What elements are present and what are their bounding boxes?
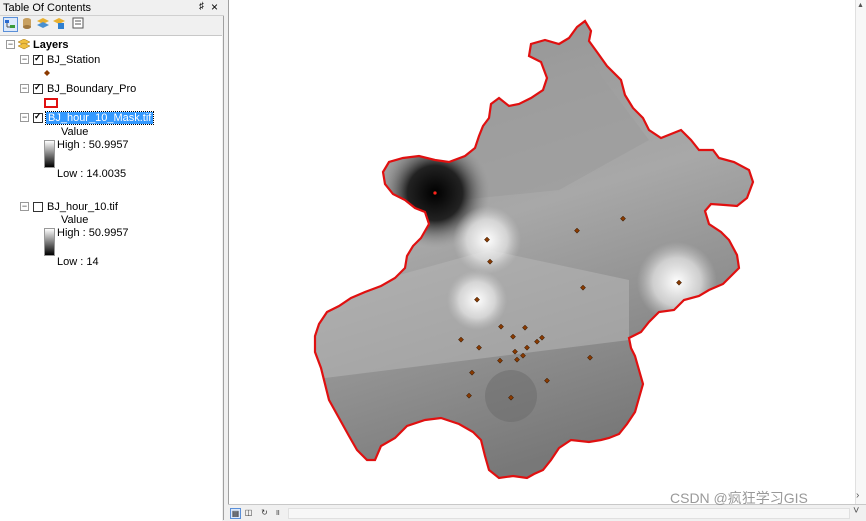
bj-boundary-visibility-checkbox[interactable] [33,82,43,94]
collapse-bj-boundary-icon[interactable]: − [20,84,29,93]
horizontal-scrollbar[interactable] [288,508,850,519]
list-by-drawing-order-icon[interactable] [3,17,18,32]
stretched-ramp-icon [44,140,55,168]
bj-station-visibility-checkbox[interactable] [33,53,43,65]
scroll-right-icon[interactable]: › [856,490,859,501]
list-by-source-icon[interactable] [21,17,36,32]
layers-label[interactable]: Layers [33,38,68,52]
collapse-layers-icon[interactable]: − [6,40,15,49]
low-value: Low : 14.0035 [57,168,127,180]
toc-title-bar: Table Of Contents ♯ × [0,0,224,16]
table-of-contents-panel: Table Of Contents ♯ × − Layers − BJ_Stat… [0,0,224,521]
collapse-bj-hour-10-icon[interactable]: − [20,202,29,211]
list-by-selection-icon[interactable] [53,17,68,32]
selected-layer-label[interactable]: BJ_hour_10_Mask.tif [44,111,155,125]
collapse-bj-hour-10-mask-icon[interactable]: − [20,113,29,122]
value-label: Value [61,214,89,226]
watermark: CSDN @疯狂学习GIS [670,490,808,506]
map-display[interactable] [228,0,866,504]
layer-bj-station[interactable]: BJ_Station [47,53,100,67]
list-by-visibility-icon[interactable] [37,17,52,32]
low-value: Low : 14 [57,256,99,268]
layers-icon [18,39,30,50]
data-view-icon[interactable]: ◫ [244,508,253,517]
toc-title: Table Of Contents [3,2,92,14]
pause-icon[interactable]: ॥ [273,508,282,517]
raster-map[interactable] [229,0,856,504]
layer-bj-hour-10[interactable]: BJ_hour_10.tif [47,200,118,214]
layout-view-icon[interactable]: ▦ [230,508,241,519]
scroll-down-icon[interactable]: ˅ [853,505,859,517]
pin-icon[interactable]: ♯ [199,1,204,12]
stretched-ramp-icon [44,228,55,256]
value-label: Value [61,126,89,138]
bj-hour-10-visibility-checkbox[interactable] [33,202,43,212]
station-point-symbol-icon [44,70,50,76]
close-icon[interactable]: × [211,0,218,14]
layer-bj-hour-10-mask[interactable]: BJ_hour_10_Mask.tif [44,111,155,125]
scroll-up-icon[interactable]: ▲ [857,2,864,9]
high-value: High : 50.9957 [57,139,129,151]
vertical-scrollbar[interactable]: ▲ [855,0,866,504]
options-icon[interactable] [72,17,87,32]
boundary-polygon-symbol-icon [44,98,58,108]
bj-hour-10-mask-visibility-checkbox[interactable] [33,111,43,123]
layer-bj-boundary-pro[interactable]: BJ_Boundary_Pro [47,82,136,96]
refresh-icon[interactable]: ↻ [260,508,269,517]
high-value: High : 50.9957 [57,227,129,239]
toc-toolbar [0,16,224,35]
layer-tree: − Layers − BJ_Station − BJ_Boundary_Pro … [0,35,222,521]
collapse-bj-station-icon[interactable]: − [20,55,29,64]
